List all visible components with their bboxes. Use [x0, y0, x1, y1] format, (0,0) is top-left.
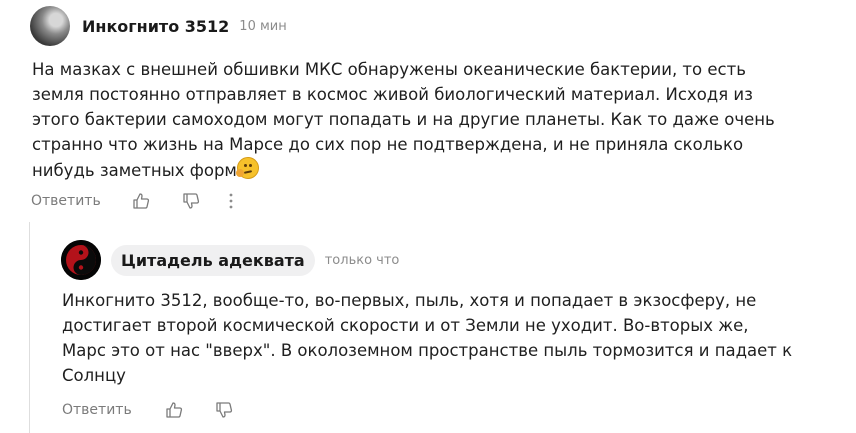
reply-button[interactable]: Ответить [31, 193, 101, 209]
comment-actions: Ответить [62, 399, 234, 421]
comment-line-last: нибудь заметных форм [32, 157, 832, 183]
thread-line [29, 222, 30, 433]
comment-line: достигает второй космической скорости и … [62, 316, 749, 335]
comment-actions: Ответить [31, 190, 235, 212]
comment-time: 10 мин [239, 18, 287, 34]
author-name[interactable]: Цитадель адеквата [111, 244, 315, 276]
thinking-face-icon [235, 157, 259, 179]
comment-line: странно что жизнь на Марсе до сих пор не… [32, 135, 744, 154]
avatar[interactable] [30, 6, 70, 46]
more-options-icon[interactable] [227, 192, 235, 210]
comment-header: Цитадель адеквата только что [61, 240, 399, 280]
thumbs-down-icon[interactable] [214, 400, 234, 420]
avatar[interactable] [61, 240, 101, 280]
comment-line: Инкогнито 3512, вообще-то, во-первых, пы… [62, 291, 757, 310]
author-name[interactable]: Инкогнито 3512 [82, 17, 229, 36]
comment-text: На мазках с внешней обшивки МКС обнаруже… [32, 57, 832, 183]
comment-line: На мазках с внешней обшивки МКС обнаруже… [32, 60, 746, 79]
comment-time: только что [324, 252, 400, 268]
comment-line: нибудь заметных форм [32, 161, 237, 180]
thumbs-up-icon[interactable] [131, 191, 151, 211]
comment-line: земля постоянно отправляет в космос живо… [32, 85, 753, 104]
comment-header: Инкогнито 3512 10 мин [30, 6, 287, 46]
comment-line: Марс это от нас "вверх". В околоземном п… [62, 341, 793, 360]
thumbs-up-icon[interactable] [164, 400, 184, 420]
comment-line: Солнцу [62, 366, 126, 385]
thumbs-down-icon[interactable] [181, 191, 201, 211]
comment-text: Инкогнито 3512, вообще-то, во-первых, пы… [62, 288, 842, 388]
reply-button[interactable]: Ответить [62, 402, 132, 418]
comment-line: этого бактерии самоходом могут попадать … [32, 110, 775, 129]
